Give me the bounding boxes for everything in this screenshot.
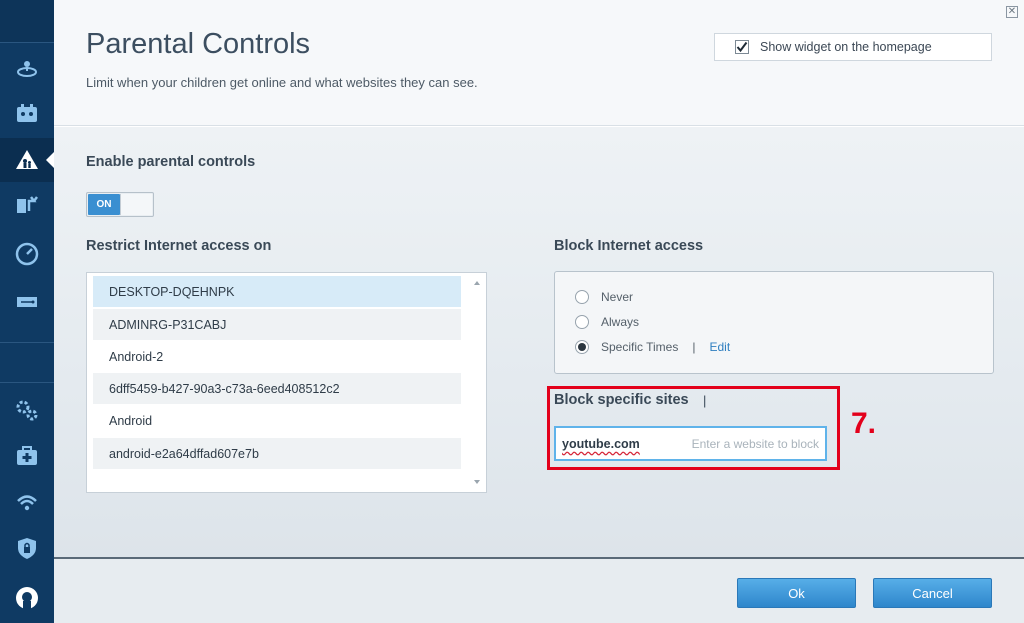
sidebar-top — [0, 0, 54, 42]
block-sites-label: Block specific sites — [554, 392, 689, 408]
toggle-on-label: ON — [88, 194, 120, 215]
troubleshooting-icon — [17, 446, 37, 465]
sidebar-item-network-map[interactable] — [0, 46, 54, 90]
scroll-up-icon[interactable] — [474, 281, 480, 285]
media-prioritization-icon — [17, 196, 38, 213]
device-list[interactable]: DESKTOP-DQEHNPK ADMINRG-P31CABJ Android-… — [86, 272, 487, 493]
sidebar-item-parental-controls[interactable] — [0, 138, 54, 182]
guest-access-icon — [17, 104, 37, 122]
page-subtitle: Limit when your children get online and … — [86, 75, 478, 90]
scroll-down-icon[interactable] — [474, 480, 480, 484]
sidebar-item-guest-access[interactable] — [0, 92, 54, 136]
checkmark-icon — [736, 41, 748, 53]
restrict-access-label: Restrict Internet access on — [86, 238, 272, 254]
site-placeholder: Enter a website to block — [691, 436, 819, 451]
sidebar-item-wireless[interactable] — [0, 480, 54, 524]
show-widget-label: Show widget on the homepage — [760, 40, 932, 54]
header: Parental Controls Limit when your childr… — [54, 0, 1024, 126]
radio-specific-times[interactable]: Specific Times | Edit — [575, 340, 730, 354]
radio-button[interactable] — [575, 315, 589, 329]
main-panel: Parental Controls Limit when your childr… — [54, 0, 1024, 623]
sidebar-item-troubleshooting[interactable] — [0, 434, 54, 478]
footer: Ok Cancel — [54, 557, 1024, 623]
text-cursor: | — [703, 393, 707, 408]
external-storage-icon — [17, 297, 37, 307]
ok-button[interactable]: Ok — [737, 578, 856, 608]
separator: | — [692, 340, 696, 354]
radio-never[interactable]: Never — [575, 290, 633, 304]
toggle-knob[interactable] — [120, 194, 152, 215]
block-access-options: Never Always Specific Times | Edit — [554, 271, 994, 374]
linksys-logo-icon — [16, 587, 38, 610]
parental-controls-toggle[interactable]: ON — [86, 192, 154, 217]
parental-controls-icon — [16, 150, 38, 169]
show-widget-checkbox[interactable]: Show widget on the homepage — [714, 33, 992, 61]
content-area: Enable parental controls ON Restrict Int… — [54, 127, 1024, 557]
sidebar — [0, 0, 54, 623]
radio-always[interactable]: Always — [575, 315, 639, 329]
edit-link[interactable]: Edit — [709, 340, 730, 354]
sidebar-divider — [0, 42, 54, 43]
device-item[interactable]: ADMINRG-P31CABJ — [93, 309, 461, 340]
radio-label: Always — [601, 315, 640, 329]
close-icon[interactable]: ✕ — [1006, 6, 1018, 18]
speed-test-icon — [15, 242, 39, 266]
radio-selected-dot — [578, 343, 586, 351]
step-number-annotation: 7. — [851, 407, 877, 440]
cancel-button[interactable]: Cancel — [873, 578, 992, 608]
sidebar-item-media-prioritization[interactable] — [0, 184, 54, 228]
sidebar-item-linksys[interactable] — [0, 576, 54, 620]
device-item[interactable]: android-e2a64dffad607e7b — [93, 438, 461, 469]
sidebar-item-connectivity[interactable] — [0, 388, 54, 432]
device-list-scrollbar[interactable] — [469, 273, 486, 492]
network-map-icon — [17, 61, 37, 77]
sidebar-divider — [0, 342, 54, 343]
device-item[interactable]: Android — [93, 405, 461, 436]
block-site-input[interactable]: youtube.com Enter a website to block — [554, 426, 827, 461]
checkbox[interactable] — [735, 40, 749, 54]
wireless-icon — [17, 495, 37, 511]
connectivity-settings-icon — [16, 400, 38, 421]
device-item[interactable]: Android-2 — [93, 341, 461, 372]
device-item[interactable]: DESKTOP-DQEHNPK — [93, 276, 461, 307]
sidebar-divider — [0, 382, 54, 383]
sidebar-item-speed-test[interactable] — [0, 232, 54, 276]
security-icon — [18, 538, 36, 559]
block-access-label: Block Internet access — [554, 238, 704, 254]
active-indicator — [46, 152, 54, 168]
site-value: youtube.com — [562, 436, 640, 451]
sidebar-item-external-storage[interactable] — [0, 280, 54, 324]
enable-parental-label: Enable parental controls — [86, 154, 256, 170]
page-title: Parental Controls — [86, 28, 311, 60]
radio-button[interactable] — [575, 290, 589, 304]
device-item[interactable]: 6dff5459-b427-90a3-c73a-6eed408512c2 — [93, 373, 461, 404]
radio-button[interactable] — [575, 340, 589, 354]
radio-label: Specific Times — [601, 340, 679, 354]
sidebar-item-security[interactable] — [0, 526, 54, 570]
radio-label: Never — [601, 290, 634, 304]
